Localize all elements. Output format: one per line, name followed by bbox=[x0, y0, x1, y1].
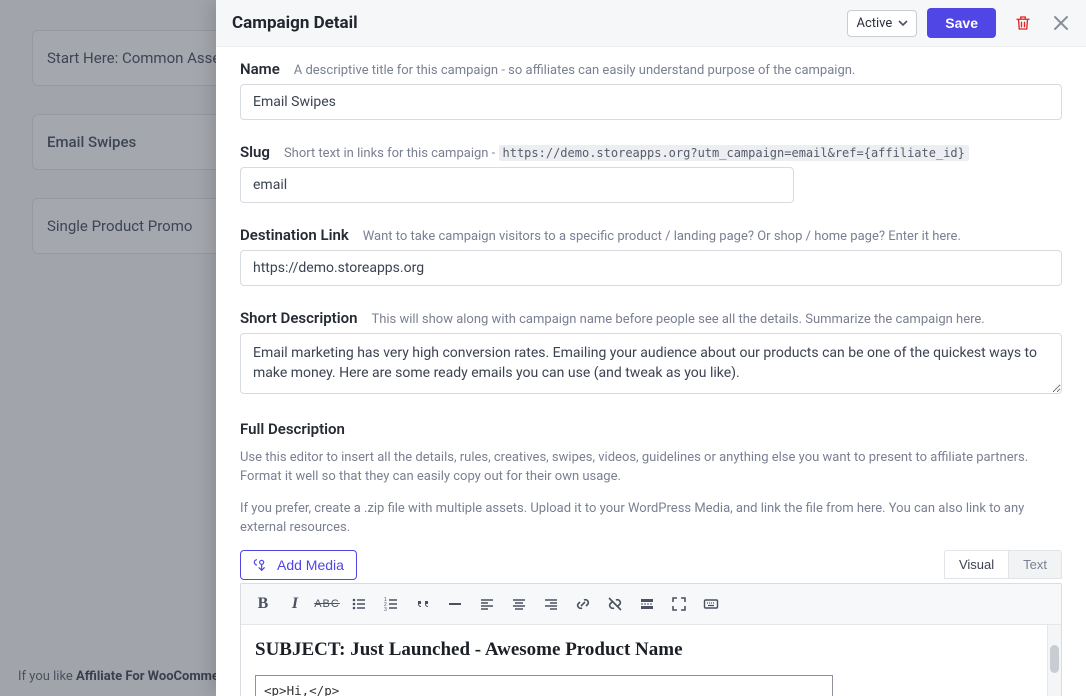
status-value: Active bbox=[856, 16, 892, 31]
short-desc-textarea[interactable]: Email marketing has very high conversion… bbox=[240, 333, 1062, 394]
unlink-icon bbox=[607, 596, 623, 612]
destination-hint: Want to take campaign visitors to a spec… bbox=[363, 229, 961, 244]
modal-body: Name A descriptive title for this campai… bbox=[216, 47, 1086, 696]
tab-visual[interactable]: Visual bbox=[944, 550, 1008, 579]
editor-code-block: <p>Hi,</p> <p>Want to {your product's ma… bbox=[255, 675, 833, 696]
align-left-button[interactable] bbox=[473, 590, 501, 618]
slug-label: Slug bbox=[240, 143, 270, 161]
destination-input[interactable] bbox=[240, 250, 1062, 286]
ul-icon bbox=[351, 596, 367, 612]
hr-icon bbox=[447, 596, 463, 612]
full-desc-hint-1: Use this editor to insert all the detail… bbox=[240, 448, 1062, 487]
keyboard-icon bbox=[703, 596, 719, 612]
fullscreen-icon bbox=[671, 596, 687, 612]
read-more-icon bbox=[639, 596, 655, 612]
full-desc-label: Full Description bbox=[240, 420, 1062, 438]
hr-button[interactable] bbox=[441, 590, 469, 618]
status-dropdown[interactable]: Active bbox=[847, 10, 917, 37]
field-name: Name A descriptive title for this campai… bbox=[240, 59, 1062, 120]
field-destination: Destination Link Want to take campaign v… bbox=[240, 225, 1062, 286]
field-short-description: Short Description This will show along w… bbox=[240, 308, 1062, 398]
media-icon bbox=[253, 557, 269, 573]
field-slug: Slug Short text in links for this campai… bbox=[240, 142, 1062, 203]
modal-header: Campaign Detail Active Save bbox=[216, 0, 1086, 47]
align-center-button[interactable] bbox=[505, 590, 533, 618]
destination-label: Destination Link bbox=[240, 226, 349, 244]
italic-button[interactable]: I bbox=[281, 590, 309, 618]
link-button[interactable] bbox=[569, 590, 597, 618]
full-desc-hint-2: If you prefer, create a .zip file with m… bbox=[240, 499, 1062, 538]
read-more-button[interactable] bbox=[633, 590, 661, 618]
short-desc-label: Short Description bbox=[240, 309, 357, 327]
close-button[interactable] bbox=[1048, 10, 1074, 36]
bold-button[interactable]: B bbox=[249, 590, 277, 618]
unlink-button[interactable] bbox=[601, 590, 629, 618]
align-right-button[interactable] bbox=[537, 590, 565, 618]
slug-input[interactable] bbox=[240, 167, 794, 203]
editor-content-area[interactable]: SUBJECT: Just Launched - Awesome Product… bbox=[241, 625, 1061, 696]
tab-text[interactable]: Text bbox=[1008, 550, 1062, 579]
trash-icon bbox=[1014, 14, 1032, 32]
modal-title: Campaign Detail bbox=[232, 13, 847, 33]
rich-text-editor: B I ABC 123 bbox=[240, 583, 1062, 696]
ol-icon: 123 bbox=[383, 596, 399, 612]
save-button[interactable]: Save bbox=[927, 8, 996, 38]
field-full-description: Full Description Use this editor to inse… bbox=[240, 420, 1062, 696]
slug-hint: Short text in links for this campaign - … bbox=[284, 146, 969, 161]
editor-mode-tabs: Visual Text bbox=[240, 550, 1062, 579]
name-input[interactable] bbox=[240, 84, 1062, 120]
bullet-list-button[interactable] bbox=[345, 590, 373, 618]
svg-text:3: 3 bbox=[384, 607, 387, 612]
align-left-icon bbox=[479, 596, 495, 612]
align-center-icon bbox=[511, 596, 527, 612]
link-icon bbox=[575, 596, 591, 612]
editor-scrollbar[interactable] bbox=[1047, 625, 1061, 696]
numbered-list-button[interactable]: 123 bbox=[377, 590, 405, 618]
strikethrough-button[interactable]: ABC bbox=[313, 590, 341, 618]
name-hint: A descriptive title for this campaign - … bbox=[294, 63, 856, 78]
toolbar-toggle-button[interactable] bbox=[697, 590, 725, 618]
campaign-detail-modal: Campaign Detail Active Save Name A descr… bbox=[216, 0, 1086, 696]
fullscreen-button[interactable] bbox=[665, 590, 693, 618]
scrollbar-thumb[interactable] bbox=[1050, 645, 1059, 673]
quote-icon bbox=[415, 596, 431, 612]
short-desc-hint: This will show along with campaign name … bbox=[371, 312, 984, 327]
delete-button[interactable] bbox=[1010, 10, 1036, 36]
align-right-icon bbox=[543, 596, 559, 612]
close-icon bbox=[1052, 14, 1070, 32]
name-label: Name bbox=[240, 60, 280, 78]
editor-subject-line: SUBJECT: Just Launched - Awesome Product… bbox=[255, 639, 1047, 661]
blockquote-button[interactable] bbox=[409, 590, 437, 618]
add-media-button[interactable]: Add Media bbox=[240, 550, 357, 580]
chevron-down-icon bbox=[898, 18, 908, 28]
editor-toolbar: B I ABC 123 bbox=[241, 584, 1061, 625]
